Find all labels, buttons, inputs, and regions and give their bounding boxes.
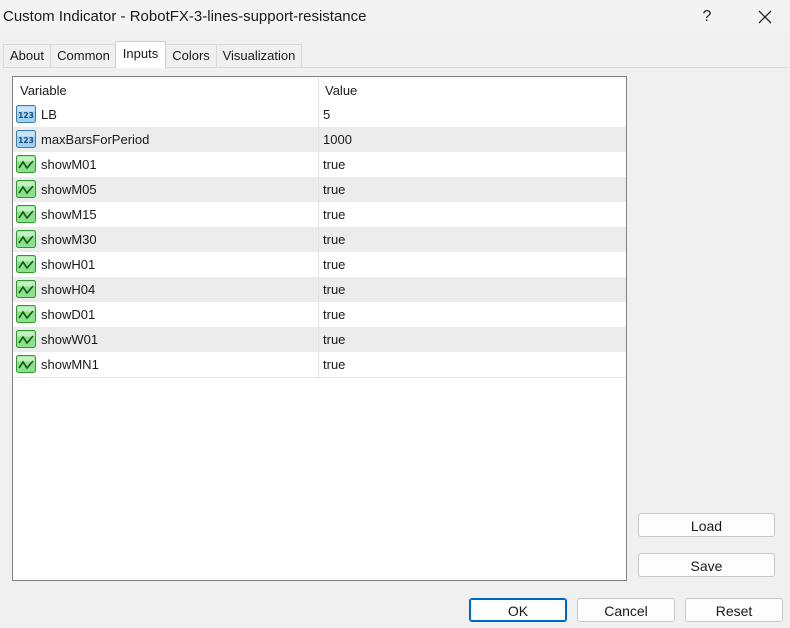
table-row[interactable]: 123 LB 5: [13, 102, 626, 128]
tab-common[interactable]: Common: [50, 44, 117, 67]
variable-value[interactable]: 5: [323, 102, 330, 127]
table-row[interactable]: showM15 true: [13, 202, 626, 228]
variable-name: showH04: [41, 282, 96, 297]
variable-value[interactable]: true: [323, 352, 345, 377]
boolean-icon: [16, 280, 36, 298]
variable-value[interactable]: true: [323, 177, 345, 202]
table-row[interactable]: showM05 true: [13, 177, 626, 203]
svg-text:123: 123: [18, 136, 34, 145]
reset-button[interactable]: Reset: [685, 598, 783, 622]
column-header-variable[interactable]: Variable: [20, 77, 67, 102]
variable-name: showM15: [41, 207, 97, 222]
variable-name: LB: [41, 107, 57, 122]
boolean-icon: [16, 330, 36, 348]
svg-text:123: 123: [18, 111, 34, 120]
variable-name: showW01: [41, 332, 99, 347]
table-row[interactable]: showM30 true: [13, 227, 626, 253]
variable-value[interactable]: true: [323, 252, 345, 277]
variable-value[interactable]: true: [323, 302, 345, 327]
boolean-icon: [16, 305, 36, 323]
boolean-icon: [16, 155, 36, 173]
variable-value[interactable]: true: [323, 277, 345, 302]
variable-name: maxBarsForPeriod: [41, 132, 150, 147]
ok-button[interactable]: OK: [469, 598, 567, 622]
variable-value[interactable]: true: [323, 327, 345, 352]
table-row[interactable]: 123 maxBarsForPeriod 1000: [13, 127, 626, 153]
variable-name: showM30: [41, 232, 97, 247]
help-button[interactable]: ?: [692, 4, 722, 30]
close-button[interactable]: [748, 4, 782, 30]
column-separator: [318, 77, 319, 377]
variable-name: showH01: [41, 257, 96, 272]
table-row[interactable]: showMN1 true: [13, 352, 626, 378]
grid-header: Variable Value: [13, 77, 626, 103]
variable-value[interactable]: 1000: [323, 127, 352, 152]
table-row[interactable]: showM01 true: [13, 152, 626, 178]
boolean-icon: [16, 255, 36, 273]
boolean-icon: [16, 180, 36, 198]
integer-icon: 123: [16, 105, 36, 123]
table-row[interactable]: showW01 true: [13, 327, 626, 353]
variable-name: showMN1: [41, 357, 99, 372]
table-row[interactable]: showD01 true: [13, 302, 626, 328]
table-row[interactable]: showH04 true: [13, 277, 626, 303]
title-bar: Custom Indicator - RobotFX-3-lines-suppo…: [0, 0, 790, 34]
tab-colors[interactable]: Colors: [165, 44, 217, 67]
tab-about[interactable]: About: [3, 44, 51, 67]
variable-name: showD01: [41, 307, 96, 322]
boolean-icon: [16, 205, 36, 223]
inputs-grid[interactable]: Variable Value 123 LB 5 123 maxBarsForPeriod…: [12, 76, 627, 581]
variable-value[interactable]: true: [323, 202, 345, 227]
variable-value[interactable]: true: [323, 152, 345, 177]
tab-inputs[interactable]: Inputs: [115, 41, 166, 68]
table-row[interactable]: showH01 true: [13, 252, 626, 278]
close-icon: [758, 10, 772, 24]
column-header-value[interactable]: Value: [325, 77, 357, 102]
integer-icon: 123: [16, 130, 36, 148]
tab-visualization[interactable]: Visualization: [216, 44, 302, 67]
load-button[interactable]: Load: [638, 513, 775, 537]
variable-name: showM01: [41, 157, 97, 172]
window-title: Custom Indicator - RobotFX-3-lines-suppo…: [3, 8, 367, 25]
variable-value[interactable]: true: [323, 227, 345, 252]
save-button[interactable]: Save: [638, 553, 775, 577]
variable-name: showM05: [41, 182, 97, 197]
boolean-icon: [16, 230, 36, 248]
cancel-button[interactable]: Cancel: [577, 598, 675, 622]
boolean-icon: [16, 355, 36, 373]
